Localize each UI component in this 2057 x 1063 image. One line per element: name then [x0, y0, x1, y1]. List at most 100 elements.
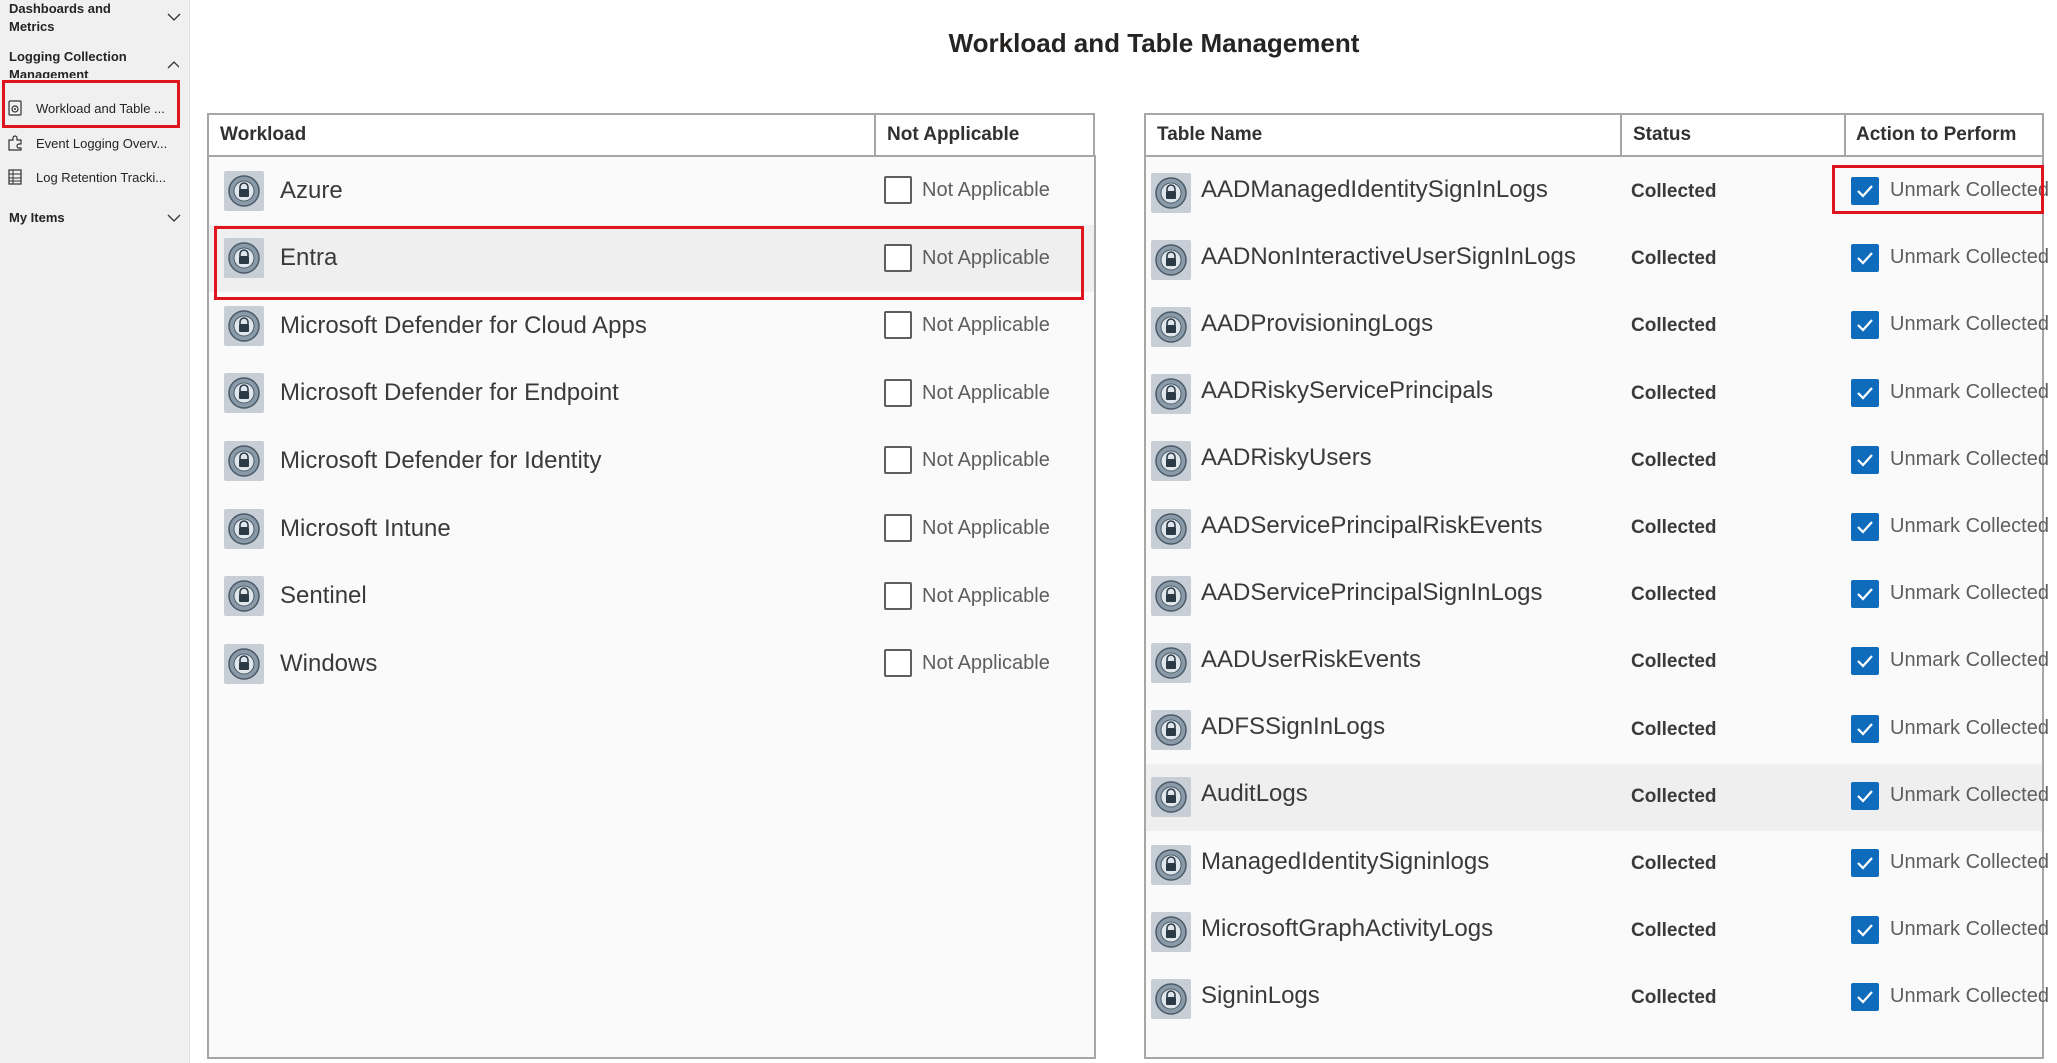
workload-row[interactable]: Microsoft Defender for Identity Not Appli…: [209, 427, 1094, 494]
workload-row[interactable]: Microsoft Intune Not Applicable: [209, 495, 1094, 562]
not-applicable-checkbox[interactable]: [884, 378, 912, 407]
table-avatar-icon: [1151, 710, 1191, 751]
highlight-box-action: [1832, 165, 2044, 214]
unmark-collected-label: Unmark Collected: [1890, 447, 2049, 470]
table-avatar-icon: [1151, 978, 1191, 1019]
workload-row[interactable]: Windows Not Applicable: [209, 630, 1094, 697]
chevron-down-icon: [167, 13, 181, 21]
table-row[interactable]: AADUserRiskEvents Collected Unmark Collect…: [1146, 629, 2049, 696]
table-name: ADFSSignInLogs: [1201, 713, 1386, 741]
table-name: AADManagedIdentitySignInLogs: [1201, 175, 1548, 203]
unmark-collected-label: Unmark Collected: [1890, 649, 2049, 672]
table-row[interactable]: AADProvisioningLogs Collected Unmark Colle…: [1146, 293, 2049, 360]
workload-avatar-icon: [224, 508, 264, 549]
table-row[interactable]: AADRiskyServicePrincipals Collected Unmark…: [1146, 361, 2049, 428]
table-avatar-icon: [1151, 508, 1191, 549]
workload-avatar-icon: [224, 576, 264, 617]
unmark-collected-label: Unmark Collected: [1890, 380, 2049, 403]
table-row[interactable]: AADServicePrincipalRiskEvents Collected Un…: [1146, 495, 2049, 562]
nav-group-label: My Items: [9, 210, 65, 225]
not-applicable-checkbox[interactable]: [884, 649, 912, 678]
sidebar-item-label: Log Retention Tracki...: [36, 169, 167, 185]
unmark-collected-checkbox[interactable]: [1851, 916, 1879, 945]
table-row[interactable]: ADFSSignInLogs Collected Unmark Collected: [1146, 697, 2049, 764]
workload-avatar-icon: [224, 373, 264, 414]
status-badge: Collected: [1631, 382, 1717, 404]
main-content: Workload and Table Management Workload N…: [191, 0, 2057, 1063]
status-badge: Collected: [1631, 584, 1717, 606]
unmark-collected-checkbox[interactable]: [1851, 244, 1879, 273]
not-applicable-label: Not Applicable: [922, 652, 1050, 675]
not-applicable-checkbox[interactable]: [884, 514, 912, 542]
column-header-status[interactable]: Status: [1620, 113, 1848, 157]
unmark-collected-label: Unmark Collected: [1890, 851, 2049, 873]
sidebar-item-log-retention[interactable]: Log Retention Tracki...: [4, 158, 180, 196]
workload-name: Azure: [280, 176, 343, 204]
unmark-collected-label: Unmark Collected: [1890, 515, 2049, 537]
column-header-action[interactable]: Action to Perform: [1844, 113, 2044, 157]
sidebar-item-event-logging[interactable]: Event Logging Overv...: [4, 124, 180, 162]
status-badge: Collected: [1631, 987, 1717, 1009]
table-row[interactable]: SigninLogs Collected Unmark Collected: [1146, 965, 2049, 1032]
unmark-collected-checkbox[interactable]: [1851, 445, 1879, 474]
table-avatar-icon: [1151, 575, 1191, 616]
status-badge: Collected: [1631, 920, 1717, 942]
unmark-collected-checkbox[interactable]: [1851, 781, 1879, 810]
workload-row[interactable]: Microsoft Defender for Endpoint Not Appli…: [209, 360, 1094, 427]
status-badge: Collected: [1631, 853, 1717, 874]
status-badge: Collected: [1631, 651, 1717, 673]
not-applicable-checkbox[interactable]: [884, 311, 912, 340]
puzzle-icon: [8, 135, 22, 151]
unmark-collected-checkbox[interactable]: [1851, 849, 1879, 877]
not-applicable-checkbox[interactable]: [884, 446, 912, 475]
workload-name: Sentinel: [280, 582, 367, 610]
table-row[interactable]: AADServicePrincipalSignInLogs Collected Un…: [1146, 562, 2049, 629]
nav-group-label: Dashboards and Metrics: [9, 1, 111, 34]
not-applicable-checkbox[interactable]: [884, 581, 912, 610]
not-applicable-label: Not Applicable: [922, 517, 1050, 539]
table-name: AADRiskyServicePrincipals: [1201, 377, 1494, 405]
workload-row[interactable]: Microsoft Defender for Cloud Apps Not App…: [209, 292, 1094, 359]
status-badge: Collected: [1631, 718, 1717, 740]
column-header-workload[interactable]: Workload: [207, 113, 877, 157]
unmark-collected-label: Unmark Collected: [1890, 918, 2049, 941]
workload-avatar-icon: [224, 170, 264, 211]
column-header-not-applicable[interactable]: Not Applicable: [874, 113, 1095, 157]
unmark-collected-checkbox[interactable]: [1851, 311, 1879, 340]
not-applicable-label: Not Applicable: [922, 584, 1050, 607]
not-applicable-checkbox[interactable]: [884, 176, 912, 204]
table-name: AADServicePrincipalRiskEvents: [1201, 511, 1543, 539]
workload-name: Microsoft Defender for Endpoint: [280, 379, 619, 407]
table-avatar-icon: [1151, 777, 1191, 818]
unmark-collected-checkbox[interactable]: [1851, 513, 1879, 541]
table-name: AuditLogs: [1201, 780, 1308, 808]
column-header-table-name[interactable]: Table Name: [1144, 113, 1624, 157]
workload-row[interactable]: Sentinel Not Applicable: [209, 563, 1094, 630]
table-avatar-icon: [1151, 441, 1191, 482]
nav-group-dashboards[interactable]: Dashboards and Metrics: [9, 0, 181, 36]
table-avatar-icon: [1151, 911, 1191, 952]
table-icon: [8, 169, 22, 185]
workload-row[interactable]: Azure Not Applicable: [209, 157, 1094, 224]
highlight-box-entra: [214, 226, 1084, 300]
unmark-collected-label: Unmark Collected: [1890, 246, 2049, 269]
table-name: AADProvisioningLogs: [1201, 309, 1434, 337]
table-row[interactable]: MicrosoftGraphActivityLogs Collected Unmar…: [1146, 898, 2049, 965]
table-row[interactable]: ManagedIdentitySigninlogs Collected Unmark…: [1146, 831, 2049, 898]
unmark-collected-checkbox[interactable]: [1851, 714, 1879, 743]
nav-group-logging[interactable]: Logging Collection Management: [9, 48, 179, 78]
unmark-collected-checkbox[interactable]: [1851, 647, 1879, 676]
table-row[interactable]: AADNonInteractiveUserSignInLogs Collected…: [1146, 226, 2049, 293]
status-badge: Collected: [1631, 181, 1717, 202]
table-avatar-icon: [1151, 239, 1191, 280]
unmark-collected-checkbox[interactable]: [1851, 378, 1879, 407]
table-row[interactable]: AuditLogs Collected Unmark Collected: [1146, 763, 2049, 831]
unmark-collected-checkbox[interactable]: [1851, 580, 1879, 609]
status-badge: Collected: [1631, 315, 1717, 337]
workload-name: Microsoft Defender for Identity: [280, 446, 602, 474]
workload-avatar-icon: [224, 305, 264, 346]
unmark-collected-checkbox[interactable]: [1851, 983, 1879, 1012]
table-row[interactable]: AADRiskyUsers Collected Unmark Collected: [1146, 428, 2049, 495]
nav-group-my-items[interactable]: My Items: [9, 209, 181, 227]
page-title: Workload and Table Management: [948, 28, 1360, 58]
